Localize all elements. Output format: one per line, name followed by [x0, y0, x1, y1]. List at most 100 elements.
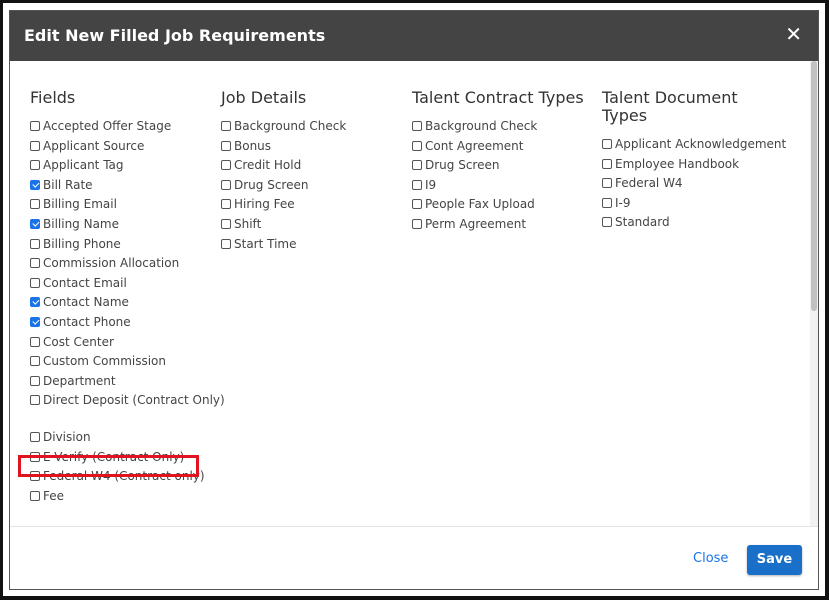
- checkbox[interactable]: [412, 140, 422, 151]
- talent-contract-types-heading: Talent Contract Types: [412, 88, 584, 107]
- checkbox-item-direct-deposit-contract-only[interactable]: Direct Deposit (Contract Only): [30, 393, 225, 413]
- checkbox-item-billing-phone[interactable]: Billing Phone: [30, 237, 225, 257]
- checkbox-item-fee[interactable]: Fee: [30, 489, 225, 509]
- checkbox[interactable]: [602, 217, 612, 228]
- close-button[interactable]: Close: [693, 551, 728, 566]
- checkbox-item-credit-hold[interactable]: Credit Hold: [221, 158, 346, 178]
- checkbox[interactable]: [412, 121, 422, 131]
- checkbox-item-cost-center[interactable]: Cost Center: [30, 335, 225, 355]
- talent-document-types-column: Talent Document Types Applicant Acknowle…: [602, 89, 786, 235]
- talent-document-types-heading-line2: Types: [602, 106, 648, 125]
- fields-column: Fields Accepted Offer Stage Applicant Sou…: [30, 89, 225, 508]
- checkbox-item-hiring-fee[interactable]: Hiring Fee: [221, 197, 346, 217]
- checkbox-item-commission-allocation[interactable]: Commission Allocation: [30, 256, 225, 276]
- modal-scrollbar[interactable]: [810, 61, 818, 526]
- checkbox-item-billing-email[interactable]: Billing Email: [30, 197, 225, 217]
- checkbox[interactable]: [412, 179, 422, 190]
- checkbox-item-drug-screen[interactable]: Drug Screen: [412, 158, 584, 178]
- checkbox-item-i-9[interactable]: I-9: [602, 196, 786, 216]
- checkbox[interactable]: [602, 158, 612, 169]
- checkbox-item-applicant-acknowledgement[interactable]: Applicant Acknowledgement: [602, 137, 786, 157]
- close-icon[interactable]: ✕: [785, 23, 802, 45]
- checkbox-item-background-check[interactable]: Background Check: [412, 119, 584, 139]
- job-details-heading: Job Details: [221, 88, 307, 107]
- checkbox[interactable]: [221, 160, 231, 171]
- checkbox[interactable]: [30, 160, 40, 171]
- checkbox[interactable]: [30, 277, 40, 288]
- checkbox-label: People Fax Upload: [425, 197, 535, 212]
- checkbox[interactable]: [30, 258, 40, 269]
- checkbox-label: Standard: [615, 215, 670, 230]
- checkbox[interactable]: [221, 140, 231, 151]
- checkbox-item-federal-w4[interactable]: Federal W4: [602, 176, 786, 196]
- checkbox[interactable]: [221, 199, 231, 210]
- checkbox[interactable]: [30, 490, 40, 501]
- checkbox-label: Background Check: [425, 119, 538, 133]
- checkbox-label: Applicant Acknowledgement: [615, 137, 787, 151]
- checkbox[interactable]: [30, 395, 40, 406]
- edit-requirements-modal: Edit New Filled Job Requirements ✕ Field…: [9, 10, 819, 590]
- checkbox-item-department[interactable]: Department: [30, 374, 225, 394]
- checkbox[interactable]: [412, 199, 422, 210]
- checkbox-item-custom-commission[interactable]: Custom Commission: [30, 354, 225, 374]
- checkbox-label: Credit Hold: [234, 158, 302, 173]
- checkbox-item-drug-screen[interactable]: Drug Screen: [221, 178, 346, 198]
- checkbox[interactable]: [30, 121, 40, 131]
- checkbox-label: Drug Screen: [234, 177, 309, 192]
- checkbox[interactable]: [602, 139, 612, 149]
- checkbox-item-division[interactable]: Division: [30, 430, 225, 450]
- checkbox[interactable]: [221, 238, 231, 249]
- checkbox-label: Department: [43, 373, 116, 388]
- checkbox-label: Shift: [234, 216, 262, 231]
- checkbox-item-contact-email[interactable]: Contact Email: [30, 276, 225, 296]
- checkbox-item-cont-agreement[interactable]: Cont Agreement: [412, 139, 584, 159]
- checkbox-label: Employee Handbook: [615, 156, 740, 171]
- checkbox[interactable]: [30, 140, 40, 151]
- checkbox-item-employee-handbook[interactable]: Employee Handbook: [602, 157, 786, 177]
- checkbox-item-bill-rate[interactable]: Bill Rate: [30, 178, 225, 198]
- checkbox[interactable]: [30, 336, 40, 347]
- checkbox-label: Drug Screen: [425, 158, 500, 173]
- checkbox-item-applicant-tag[interactable]: Applicant Tag: [30, 158, 225, 178]
- save-button[interactable]: Save: [747, 545, 802, 575]
- checkbox-label: Billing Name: [43, 216, 120, 231]
- checkbox[interactable]: [412, 160, 422, 171]
- checkbox-item-shift[interactable]: Shift: [221, 217, 346, 237]
- checkbox-label: Applicant Tag: [43, 158, 124, 173]
- checkbox-item-contact-name[interactable]: Contact Name: [30, 295, 225, 315]
- checkbox[interactable]: [30, 356, 40, 367]
- checkbox[interactable]: [30, 316, 40, 327]
- checkbox-item-start-time[interactable]: Start Time: [221, 237, 346, 257]
- checkbox-item-applicant-source[interactable]: Applicant Source: [30, 139, 225, 159]
- checkbox-item-bonus[interactable]: Bonus: [221, 139, 346, 159]
- checkbox-item-standard[interactable]: Standard: [602, 215, 786, 235]
- checkbox-item-perm-agreement[interactable]: Perm Agreement: [412, 217, 584, 237]
- checkbox[interactable]: [30, 238, 40, 249]
- checkbox[interactable]: [602, 197, 612, 208]
- fields-heading: Fields: [30, 88, 76, 107]
- talent-document-types-heading: Talent Document Types: [602, 89, 786, 125]
- checkbox-item-people-fax-upload[interactable]: People Fax Upload: [412, 197, 584, 217]
- checkbox[interactable]: [30, 199, 40, 210]
- checkbox[interactable]: [221, 218, 231, 229]
- checkbox[interactable]: [412, 218, 422, 229]
- checkbox-label: Cost Center: [43, 334, 114, 349]
- checkbox[interactable]: [30, 375, 40, 386]
- talent-contract-types-list: Background Check Cont Agreement Drug Scree…: [412, 119, 584, 237]
- checkbox[interactable]: [602, 178, 612, 189]
- talent-contract-types-column: Talent Contract Types Background Check Co…: [412, 89, 584, 237]
- checkbox[interactable]: [221, 121, 231, 131]
- checkbox[interactable]: [30, 218, 40, 229]
- checkbox-item-contact-phone[interactable]: Contact Phone: [30, 315, 225, 335]
- checkbox-label: Contact Email: [43, 275, 127, 290]
- checkbox[interactable]: [30, 297, 40, 308]
- checkbox-item-background-check[interactable]: Background Check: [221, 119, 346, 139]
- checkbox[interactable]: [221, 179, 231, 190]
- checkbox[interactable]: [30, 179, 40, 190]
- checkbox-label: Bill Rate: [43, 177, 93, 192]
- checkbox[interactable]: [30, 431, 40, 442]
- scrollbar-thumb[interactable]: [811, 61, 817, 311]
- checkbox-item-billing-name[interactable]: Billing Name: [30, 217, 225, 237]
- checkbox-item-accepted-offer-stage[interactable]: Accepted Offer Stage: [30, 119, 225, 139]
- checkbox-item-i9[interactable]: I9: [412, 178, 584, 198]
